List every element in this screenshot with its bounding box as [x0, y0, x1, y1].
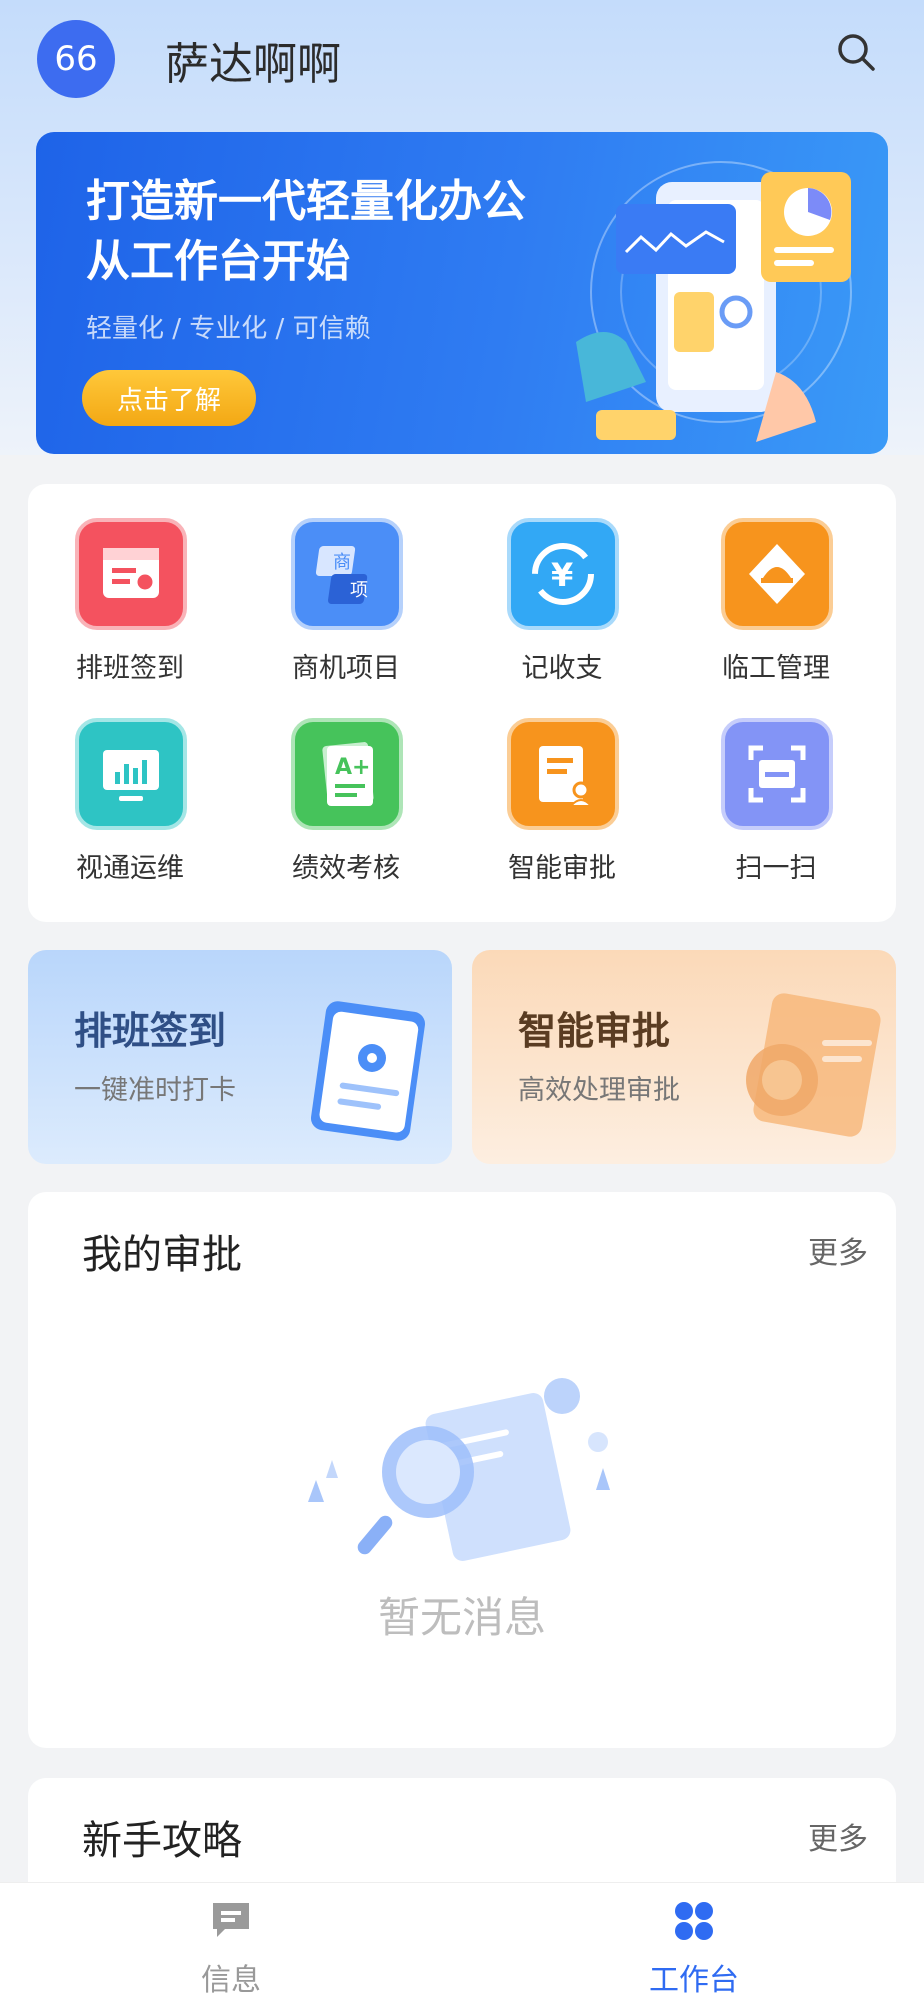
more-link[interactable]: 更多 — [808, 1228, 868, 1272]
banner-title-line1: 打造新一代轻量化办公 — [86, 176, 526, 227]
promo-card-checkin[interactable]: 排班签到 一键准时打卡 — [28, 950, 452, 1164]
monitor-chart-icon — [75, 718, 187, 830]
search-icon[interactable] — [832, 28, 882, 78]
promo-title: 排班签到 — [74, 1009, 227, 1053]
app-label: 扫一扫 — [735, 853, 817, 884]
app-grid: 排班签到 商 项 商机项目 ¥ 记收支 临工管理 视通运维 A+ 绩效考核 智能… — [28, 484, 896, 922]
yuan-cycle-icon: ¥ — [507, 518, 619, 630]
more-link[interactable]: 更多 — [808, 1814, 868, 1858]
business-project-icon: 商 项 — [291, 518, 403, 630]
promo-subtitle: 高效处理审批 — [518, 1075, 680, 1106]
app-label: 临工管理 — [722, 653, 830, 684]
tab-messages[interactable]: 信息 — [131, 1893, 331, 1998]
approval-folder-icon — [746, 993, 881, 1137]
grade-a-plus-icon: A+ — [291, 718, 403, 830]
empty-state-text: 暂无消息 — [377, 1593, 546, 1642]
promo-banner[interactable]: 打造新一代轻量化办公 从工作台开始 轻量化 / 专业化 / 可信赖 点击了解 — [36, 132, 888, 454]
dashboard-illustration — [576, 161, 852, 442]
my-approvals-section: 我的审批 更多 暂无消息 — [28, 1192, 896, 1748]
app-smart-approval[interactable]: 智能审批 — [462, 684, 662, 884]
calendar-location-icon — [75, 518, 187, 630]
promo-card-approval[interactable]: 智能审批 高效处理审批 — [472, 950, 896, 1164]
app-business-project[interactable]: 商 项 商机项目 — [246, 484, 446, 684]
tab-label: 工作台 — [649, 1963, 739, 1998]
app-temp-worker[interactable]: 临工管理 — [676, 484, 876, 684]
tab-workbench[interactable]: 工作台 — [594, 1893, 794, 1998]
app-label: 视通运维 — [76, 853, 184, 884]
app-label: 记收支 — [521, 653, 603, 684]
app-performance[interactable]: A+ 绩效考核 — [246, 684, 446, 884]
learn-more-button[interactable]: 点击了解 — [82, 370, 256, 426]
scan-icon — [721, 718, 833, 830]
banner-subtitle: 轻量化 / 专业化 / 可信赖 — [86, 314, 371, 344]
app-income-expense[interactable]: ¥ 记收支 — [462, 484, 662, 684]
worker-helmet-icon — [721, 518, 833, 630]
app-header: 66 萨达啊啊 — [0, 0, 924, 110]
location-card-icon — [310, 1001, 426, 1141]
app-label: 排班签到 — [76, 653, 184, 684]
app-label: 绩效考核 — [292, 853, 400, 884]
grid-icon — [675, 1902, 713, 1940]
chat-bubble-icon — [213, 1903, 249, 1937]
svg-text:项: 项 — [350, 580, 368, 601]
section-title: 新手攻略 — [82, 1818, 242, 1864]
company-avatar[interactable]: 66 — [37, 20, 115, 98]
empty-state-illustration — [308, 1378, 610, 1561]
section-title: 我的审批 — [82, 1232, 242, 1278]
svg-text:A+: A+ — [335, 755, 370, 780]
beginner-guide-section: 新手攻略 更多 — [28, 1778, 896, 1898]
svg-text:¥: ¥ — [551, 556, 573, 594]
svg-text:商: 商 — [333, 552, 351, 573]
bottom-tab-bar: 信息 工作台 — [0, 1882, 924, 2000]
app-scan[interactable]: 扫一扫 — [676, 684, 876, 884]
promo-title: 智能审批 — [518, 1009, 671, 1053]
banner-title-line2: 从工作台开始 — [86, 236, 350, 287]
app-schedule-checkin[interactable]: 排班签到 — [30, 484, 230, 684]
promo-subtitle: 一键准时打卡 — [74, 1075, 236, 1106]
company-name[interactable]: 萨达啊啊 — [165, 28, 341, 92]
tab-label: 信息 — [201, 1963, 261, 1998]
approval-document-icon — [507, 718, 619, 830]
app-label: 智能审批 — [508, 853, 616, 884]
app-label: 商机项目 — [292, 653, 400, 684]
banner-title: 打造新一代轻量化办公 从工作台开始 — [86, 172, 526, 292]
app-video-ops[interactable]: 视通运维 — [30, 684, 230, 884]
